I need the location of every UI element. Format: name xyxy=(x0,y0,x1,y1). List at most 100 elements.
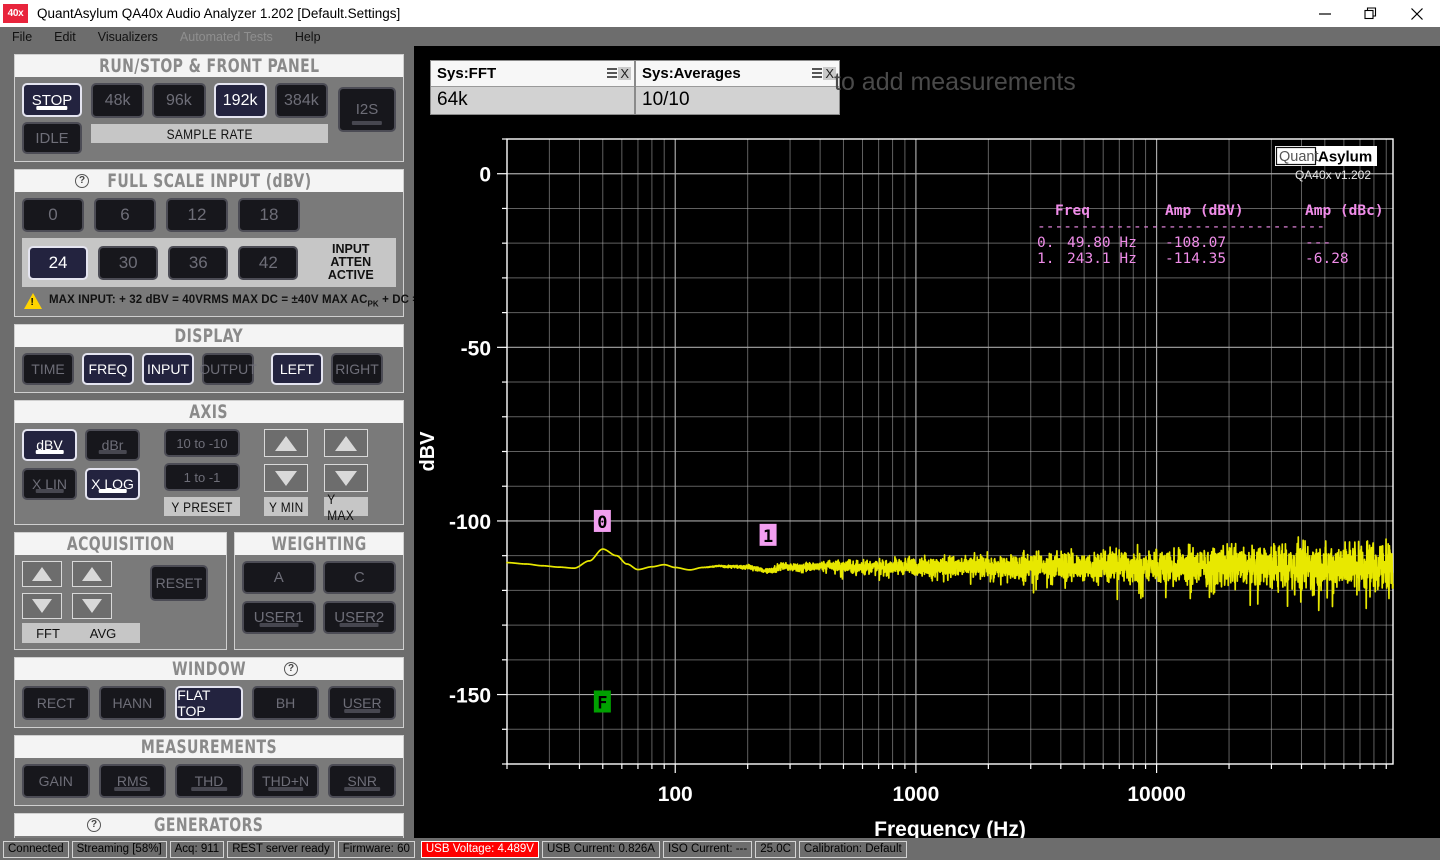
inactive-indicator xyxy=(35,489,64,493)
close-icon[interactable] xyxy=(1394,0,1440,27)
sample-rate-192k[interactable]: 192k xyxy=(213,83,267,118)
svg-text:-100: -100 xyxy=(449,511,491,534)
acquisition-reset-button[interactable]: RESET xyxy=(150,565,208,601)
input-atten-status: INPUT ATTEN ACTIVE xyxy=(311,243,390,282)
group-window: WINDOW ? RECT HANN FLAT TOP BH USER xyxy=(14,657,404,728)
help-icon[interactable]: ? xyxy=(87,818,101,832)
display-right[interactable]: RIGHT xyxy=(331,353,383,385)
active-indicator xyxy=(35,450,64,454)
menu-file[interactable]: File xyxy=(12,30,32,44)
weighting-a[interactable]: A xyxy=(242,561,316,594)
display-label: TIME xyxy=(31,361,65,377)
idle-button[interactable]: IDLE xyxy=(22,122,82,154)
fft-decrease-button[interactable] xyxy=(22,593,62,619)
fs-input-6[interactable]: 6 xyxy=(94,198,156,232)
help-icon[interactable]: ? xyxy=(284,662,298,676)
fs-input-42[interactable]: 42 xyxy=(238,245,299,280)
weighting-label: C xyxy=(353,569,365,586)
group-header-axis: AXIS xyxy=(15,401,403,423)
measurement-rms[interactable]: RMS xyxy=(98,764,167,798)
measurement-thd[interactable]: THD xyxy=(175,764,243,798)
y-min-decrease-button[interactable] xyxy=(264,464,308,492)
svg-text:1.: 1. xyxy=(1037,251,1054,267)
sample-rate-384k[interactable]: 384k xyxy=(274,83,328,118)
measurement-panel-strip: Sys:FFT X 64k Sys:Averages X 10/10 xyxy=(430,60,840,115)
axis-dbv[interactable]: dBV xyxy=(22,429,77,461)
avg-decrease-button[interactable] xyxy=(72,593,112,619)
sample-rate-48k[interactable]: 48k xyxy=(91,83,145,118)
group-axis: AXIS dBV dBr X LIN X LOG 10 to -10 1 to … xyxy=(14,400,404,525)
menu-visualizers[interactable]: Visualizers xyxy=(98,30,158,44)
measurement-panel-sys-averages[interactable]: Sys:Averages X 10/10 xyxy=(635,60,840,115)
fft-label: FFT xyxy=(36,625,60,641)
restore-icon[interactable] xyxy=(1348,0,1394,27)
window-hann[interactable]: HANN xyxy=(98,686,167,720)
y-max-increase-button[interactable] xyxy=(324,429,368,457)
group-run-stop: RUN/STOP & FRONT PANEL STOP IDLE 48k 96k xyxy=(14,54,404,162)
measurement-snr[interactable]: SNR xyxy=(328,764,396,798)
fs-input-36[interactable]: 36 xyxy=(168,245,229,280)
display-label: FREQ xyxy=(88,361,128,377)
weighting-user1[interactable]: USER1 xyxy=(242,601,316,634)
svg-text:------------------------------: --------------------------------- xyxy=(1037,219,1325,235)
display-output[interactable]: OUTPUT xyxy=(199,353,257,385)
fs-input-0[interactable]: 0 xyxy=(22,198,84,232)
axis-x-log[interactable]: X LOG xyxy=(85,468,140,500)
measurement-thdn[interactable]: THD+N xyxy=(251,764,320,798)
status-streaming: Streaming [58%] xyxy=(71,840,167,858)
sample-rate-96k[interactable]: 96k xyxy=(152,83,206,118)
menu-help[interactable]: Help xyxy=(295,30,321,44)
help-icon[interactable]: ? xyxy=(75,174,89,188)
display-left[interactable]: LEFT xyxy=(271,353,323,385)
stop-button[interactable]: STOP xyxy=(22,83,82,117)
window-bh[interactable]: BH xyxy=(251,686,320,720)
y-max-decrease-button[interactable] xyxy=(324,464,368,492)
i2s-button[interactable]: I2S xyxy=(338,87,396,132)
menu-edit[interactable]: Edit xyxy=(54,30,76,44)
weighting-c[interactable]: C xyxy=(322,561,396,594)
axis-dbr[interactable]: dBr xyxy=(85,429,140,461)
fft-plot[interactable]: 0 -50 -100 -150 dBV 100 1000 10000 Frequency (Hz… xyxy=(414,46,1440,841)
hamburger-icon[interactable] xyxy=(607,67,618,80)
fft-increase-button[interactable] xyxy=(22,561,62,587)
fs-input-24[interactable]: 24 xyxy=(28,245,89,280)
fft-plot-svg: 0 -50 -100 -150 dBV 100 1000 10000 Frequency (Hz… xyxy=(414,46,1440,841)
group-acquisition: ACQUISITION FFT AVG RESET xyxy=(14,532,227,650)
fs-label: 6 xyxy=(120,205,130,224)
close-icon[interactable]: X xyxy=(618,67,631,80)
axis-x-lin[interactable]: X LIN xyxy=(22,468,77,500)
display-freq[interactable]: FREQ xyxy=(82,353,134,385)
window-user[interactable]: USER xyxy=(328,686,396,720)
display-time[interactable]: TIME xyxy=(22,353,74,385)
window-rect[interactable]: RECT xyxy=(22,686,90,720)
group-title-run-stop: RUN/STOP & FRONT PANEL xyxy=(98,55,320,77)
svg-text:Quant: Quant xyxy=(1279,149,1319,165)
hamburger-icon[interactable] xyxy=(812,67,823,80)
sample-rate-label: SAMPLE RATE xyxy=(91,124,328,143)
measurement-panel-sys-fft[interactable]: Sys:FFT X 64k xyxy=(430,60,635,115)
minimize-icon[interactable] xyxy=(1302,0,1348,27)
inactive-indicator xyxy=(98,450,127,454)
group-header-measurements: MEASUREMENTS xyxy=(15,736,403,758)
fs-input-18[interactable]: 18 xyxy=(238,198,300,232)
atten-line-2: ACTIVE xyxy=(327,268,374,282)
fs-input-12[interactable]: 12 xyxy=(166,198,228,232)
svg-text:---: --- xyxy=(1305,235,1331,251)
svg-text:QA40x v1.202: QA40x v1.202 xyxy=(1295,168,1371,182)
group-header-generators: ? GENERATORS xyxy=(15,814,403,836)
svg-text:Amp (dBV): Amp (dBV) xyxy=(1165,203,1244,219)
weighting-user2[interactable]: USER2 xyxy=(322,601,396,634)
fs-input-30[interactable]: 30 xyxy=(98,245,159,280)
y-preset-10-to-neg10[interactable]: 10 to -10 xyxy=(164,429,240,457)
y-preset-1-to-neg1[interactable]: 1 to -1 xyxy=(164,463,240,491)
display-input[interactable]: INPUT xyxy=(142,353,194,385)
group-header-acquisition: ACQUISITION xyxy=(15,533,226,555)
arrow-up-icon xyxy=(82,567,102,581)
avg-increase-button[interactable] xyxy=(72,561,112,587)
active-indicator xyxy=(36,106,68,110)
measurement-gain[interactable]: GAIN xyxy=(22,764,90,798)
inactive-indicator xyxy=(344,709,380,713)
y-min-increase-button[interactable] xyxy=(264,429,308,457)
window-flat-top[interactable]: FLAT TOP xyxy=(175,686,243,720)
measurement-label: GAIN xyxy=(38,773,73,789)
